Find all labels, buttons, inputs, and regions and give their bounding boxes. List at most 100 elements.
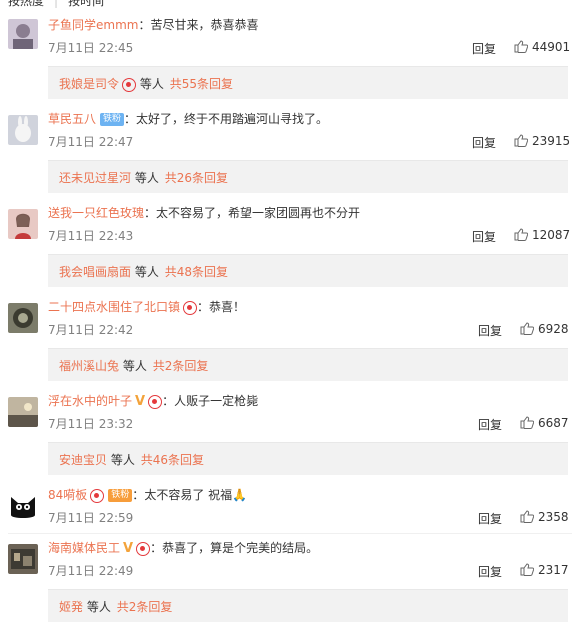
- thumbs-up-icon: [514, 134, 529, 147]
- reply-button[interactable]: 回复: [478, 563, 502, 580]
- username-link[interactable]: 子鱼同学emmm: [48, 18, 138, 32]
- thumbs-up-icon: [520, 416, 535, 429]
- medal-icon: [90, 488, 105, 503]
- avatar[interactable]: [8, 397, 38, 427]
- like-count: 6687: [538, 416, 569, 430]
- reply-user-link[interactable]: 安迪宝贝: [59, 453, 107, 467]
- comment-line: 送我一只红色玫瑰：太不容易了，希望一家团圆再也不分开: [48, 204, 360, 222]
- reply-button[interactable]: 回复: [472, 134, 496, 151]
- reply-button[interactable]: 回复: [478, 510, 502, 527]
- like-button[interactable]: 23915: [514, 134, 570, 148]
- comment-text: 太不容易了，希望一家团圆再也不分开: [156, 206, 361, 220]
- fan-badge: 铁粉: [108, 489, 133, 502]
- reply-button[interactable]: 回复: [472, 228, 496, 245]
- medal-icon: [136, 541, 151, 556]
- thumbs-up-icon: [514, 40, 529, 53]
- medal-icon: [183, 300, 198, 315]
- replies-box: 还未见过星河 等人 共26条回复: [48, 160, 568, 193]
- colon: ：: [150, 541, 163, 555]
- divider: [8, 533, 572, 534]
- medal-icon: [122, 77, 137, 92]
- reply-count-link[interactable]: 共26条回复: [165, 171, 228, 185]
- others-label: 等人: [134, 265, 159, 279]
- avatar[interactable]: [8, 115, 38, 145]
- others-label: 等人: [134, 171, 159, 185]
- comment-time: 7月11日 22:42: [48, 323, 134, 337]
- replies-box: 福州溪山兔 等人 共2条回复: [48, 348, 568, 381]
- avatar[interactable]: [8, 544, 38, 574]
- replies-box: 我娘是司令 等人 共55条回复: [48, 66, 568, 99]
- others-label: 等人: [110, 453, 135, 467]
- like-button[interactable]: 6928: [520, 322, 569, 336]
- reply-button[interactable]: 回复: [478, 416, 502, 433]
- reply-user-link[interactable]: 我娘是司令: [59, 77, 119, 91]
- verified-v-icon: V: [135, 393, 146, 409]
- comment-time: 7月11日 22:49: [48, 564, 134, 578]
- reply-button[interactable]: 回复: [478, 322, 502, 339]
- avatar[interactable]: [8, 491, 38, 521]
- verified-v-icon: V: [123, 540, 134, 556]
- colon: ：: [197, 300, 210, 314]
- username-link[interactable]: 草民五八: [48, 112, 96, 126]
- replies-box: 我会唱画扇面 等人 共48条回复: [48, 254, 568, 287]
- username-link[interactable]: 二十四点水围住了北口镇: [48, 300, 180, 314]
- replies-box: 姬発 等人 共2条回复: [48, 589, 568, 622]
- like-button[interactable]: 44901: [514, 40, 570, 54]
- comment-line: 子鱼同学emmm：苦尽甘来，恭喜恭喜: [48, 16, 258, 34]
- reply-count-link[interactable]: 共55条回复: [170, 77, 233, 91]
- reply-count-link[interactable]: 共46条回复: [141, 453, 204, 467]
- others-label: 等人: [139, 77, 164, 91]
- like-button[interactable]: 6687: [520, 416, 569, 430]
- fan-badge: 铁粉: [100, 113, 125, 126]
- reply-user-link[interactable]: 我会唱画扇面: [59, 265, 131, 279]
- username-link[interactable]: 浮在水中的叶子: [48, 394, 132, 408]
- comment-line: 二十四点水围住了北口镇 ：恭喜！: [48, 298, 245, 316]
- comment-text: 恭喜了，算是个完美的结局。: [162, 541, 319, 555]
- colon: ：: [144, 206, 157, 220]
- username-link[interactable]: 送我一只红色玫瑰: [48, 206, 144, 220]
- comment-line: 84嗬板 铁粉 ：太不容易了 祝福🙏: [48, 486, 247, 504]
- others-label: 等人: [122, 359, 147, 373]
- reply-count-link[interactable]: 共48条回复: [165, 265, 228, 279]
- comment-text: 太好了，终于不用踏遍河山寻找了。: [136, 112, 329, 126]
- like-button[interactable]: 2358: [520, 510, 569, 524]
- reply-user-link[interactable]: 还未见过星河: [59, 171, 131, 185]
- like-count: 12087: [532, 228, 571, 242]
- reply-button[interactable]: 回复: [472, 40, 496, 57]
- comment-time: 7月11日 22:59: [48, 511, 134, 525]
- username-link[interactable]: 海南媒体民工: [48, 541, 120, 555]
- sort-tabs: 按热度 | 按时间: [8, 0, 114, 8]
- username-link[interactable]: 84嗬板: [48, 488, 87, 502]
- comment-text: 苦尽甘来，恭喜恭喜: [150, 18, 259, 32]
- like-count: 23915: [532, 134, 571, 148]
- comment-time: 7月11日 22:47: [48, 135, 134, 149]
- reply-count-link[interactable]: 共2条回复: [153, 359, 209, 373]
- avatar[interactable]: [8, 19, 38, 49]
- comment-line: 海南媒体民工 V ：恭喜了，算是个完美的结局。: [48, 539, 318, 557]
- like-count: 6928: [538, 322, 569, 336]
- colon: ：: [132, 488, 145, 502]
- sort-by-hot-tab[interactable]: 按热度: [8, 0, 44, 8]
- like-button[interactable]: 12087: [514, 228, 570, 242]
- others-label: 等人: [86, 600, 111, 614]
- replies-box: 安迪宝贝 等人 共46条回复: [48, 442, 568, 475]
- like-button[interactable]: 2317: [520, 563, 569, 577]
- like-count: 44901: [532, 40, 571, 54]
- reply-user-link[interactable]: 姬発: [59, 600, 83, 614]
- comment-text: 恭喜！: [209, 300, 246, 314]
- comment-line: 草民五八 铁粉 ：太好了，终于不用踏遍河山寻找了。: [48, 110, 328, 128]
- avatar[interactable]: [8, 303, 38, 333]
- thumbs-up-icon: [520, 510, 535, 523]
- reply-count-link[interactable]: 共2条回复: [117, 600, 173, 614]
- sort-by-time-tab[interactable]: 按时间: [68, 0, 104, 8]
- comment-text: 太不容易了 祝福🙏: [144, 488, 248, 502]
- thumbs-up-icon: [520, 322, 535, 335]
- reply-user-link[interactable]: 福州溪山兔: [59, 359, 119, 373]
- like-count: 2358: [538, 510, 569, 524]
- avatar[interactable]: [8, 209, 38, 239]
- comment-time: 7月11日 23:32: [48, 417, 134, 431]
- colon: ：: [124, 112, 137, 126]
- comment-line: 浮在水中的叶子 V ：人贩子一定枪毙: [48, 392, 258, 410]
- colon: ：: [162, 394, 175, 408]
- thumbs-up-icon: [514, 228, 529, 241]
